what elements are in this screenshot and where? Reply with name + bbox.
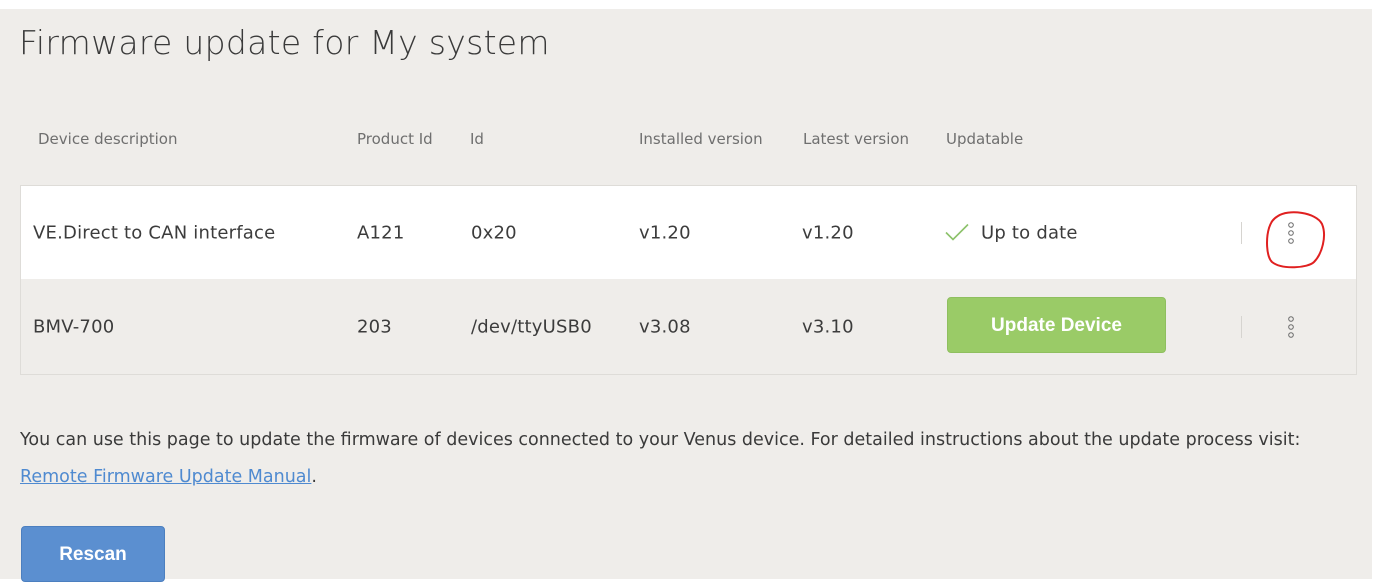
header-product-id: Product Id: [357, 130, 433, 148]
header-id: Id: [470, 130, 484, 148]
update-status: Up to date: [945, 222, 1078, 243]
check-icon: [945, 223, 969, 242]
latest-version: v1.20: [802, 222, 854, 243]
device-id: 0x20: [471, 222, 517, 243]
installed-version: v3.08: [639, 316, 691, 337]
header-updatable: Updatable: [946, 130, 1024, 148]
rescan-button[interactable]: Rescan: [21, 526, 165, 582]
page-title: Firmware update for My system: [19, 23, 550, 62]
firmware-manual-link[interactable]: Remote Firmware Update Manual: [20, 467, 311, 487]
header-installed-version: Installed version: [639, 130, 763, 148]
firmware-panel: Firmware update for My system Device des…: [0, 9, 1372, 582]
update-device-button[interactable]: Update Device: [947, 297, 1166, 353]
column-divider: [1241, 315, 1242, 338]
latest-version: v3.10: [802, 316, 854, 337]
device-id: /dev/ttyUSB0: [471, 316, 592, 337]
table-row: VE.Direct to CAN interface A121 0x20 v1.…: [21, 186, 1356, 279]
product-id: A121: [357, 222, 405, 243]
status-label: Up to date: [981, 222, 1078, 243]
table-row: BMV-700 203 /dev/ttyUSB0 v3.08 v3.10 Upd…: [21, 279, 1356, 374]
column-divider: [1241, 221, 1242, 244]
device-description: BMV-700: [33, 316, 115, 337]
device-description: VE.Direct to CAN interface: [33, 222, 276, 243]
more-options-icon[interactable]: [1278, 310, 1304, 344]
info-text: You can use this page to update the firm…: [20, 430, 1301, 450]
more-options-icon[interactable]: [1278, 216, 1304, 250]
header-device-description: Device description: [38, 130, 178, 148]
installed-version: v1.20: [639, 222, 691, 243]
info-paragraph: You can use this page to update the firm…: [20, 422, 1350, 496]
product-id: 203: [357, 316, 392, 337]
device-table: VE.Direct to CAN interface A121 0x20 v1.…: [20, 185, 1357, 375]
info-suffix: .: [311, 467, 317, 487]
header-latest-version: Latest version: [803, 130, 910, 148]
